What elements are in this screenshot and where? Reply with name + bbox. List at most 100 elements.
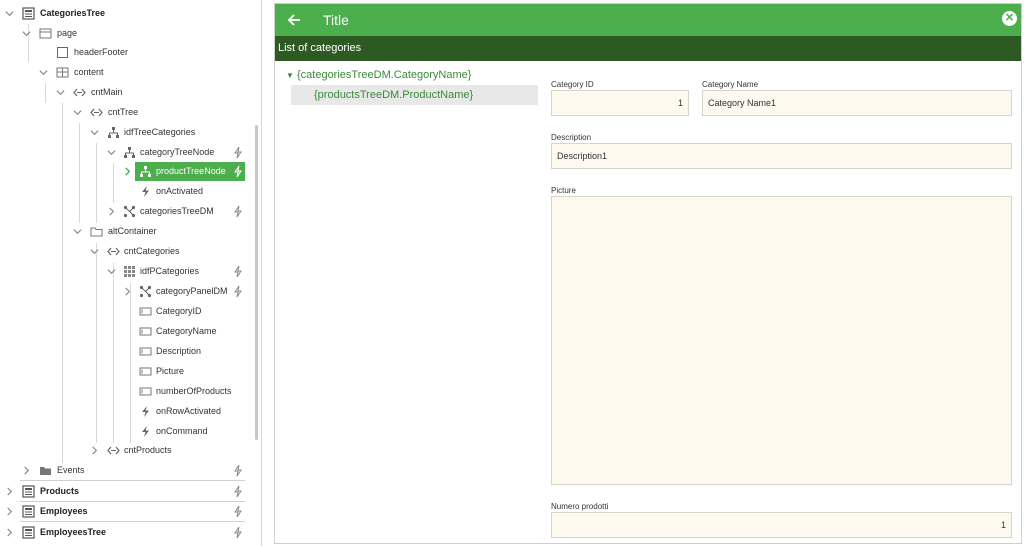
chevron-down-icon[interactable] — [38, 63, 48, 82]
field-icon — [139, 385, 152, 398]
chevron-down-icon[interactable] — [72, 222, 82, 241]
layout-grid-icon — [56, 66, 69, 79]
tree-item-producttreenode[interactable]: productTreeNode — [0, 162, 250, 181]
chevron-right-icon[interactable] — [4, 482, 14, 501]
chevron-down-icon[interactable] — [89, 123, 99, 142]
chevron-down-icon[interactable] — [4, 4, 14, 23]
chevron-down-icon[interactable] — [72, 103, 82, 122]
category-id-label: Category ID — [551, 80, 594, 89]
arrow-left-icon[interactable] — [287, 10, 301, 32]
container-icon — [107, 245, 120, 258]
caret-down-icon[interactable]: ▼ — [286, 71, 294, 80]
tree-item-categorypaneldm[interactable]: categoryPanelDM — [0, 282, 250, 301]
chevron-down-icon[interactable] — [106, 262, 116, 281]
tree-item-onrowactivated[interactable]: onRowActivated — [0, 402, 250, 421]
chevron-right-icon[interactable] — [4, 523, 14, 542]
container-icon — [107, 444, 120, 457]
close-circle-icon[interactable]: ✕ — [1002, 11, 1017, 26]
description-label: Description — [551, 133, 592, 142]
link-icon[interactable] — [232, 146, 244, 159]
tree-item-label: Picture — [156, 366, 185, 376]
tree-item-onactivated[interactable]: onActivated — [0, 182, 250, 201]
tree-item-cnttree[interactable]: cntTree — [0, 103, 250, 122]
link-icon[interactable] — [232, 505, 244, 518]
tree-item-label: productTreeNode — [156, 166, 226, 176]
chevron-right-icon[interactable] — [122, 162, 132, 181]
tree-item-events[interactable]: Events — [0, 461, 250, 480]
tree-item-label: categoriesTreeDM — [140, 206, 214, 216]
link-icon[interactable] — [232, 526, 244, 539]
picture-field[interactable] — [551, 196, 1012, 485]
tree-item-products[interactable]: Products — [0, 482, 250, 501]
tree-item-idftreecategories[interactable]: idfTreeCategories — [0, 123, 250, 142]
link-icon[interactable] — [232, 485, 244, 498]
container-icon — [73, 86, 86, 99]
tree-item-categoriestreedm[interactable]: categoriesTreeDM — [0, 202, 250, 221]
tree-item-label: cntProducts — [124, 445, 172, 455]
project-tree-panel: CategoriesTree page headerFooter content — [0, 0, 262, 546]
bolt-icon — [139, 185, 152, 198]
folder-icon — [39, 464, 52, 477]
tree-item-employeestree[interactable]: EmployeesTree — [0, 523, 250, 542]
tree-item-page[interactable]: page — [0, 24, 250, 43]
tree-item-content[interactable]: content — [0, 63, 250, 82]
field-icon — [139, 365, 152, 378]
chevron-right-icon[interactable] — [106, 202, 116, 221]
link-icon[interactable] — [232, 285, 244, 298]
tree-item-idfpcategories[interactable]: idfPCategories — [0, 262, 250, 281]
tree-icon — [139, 165, 152, 178]
tree-item-label: Employees — [40, 506, 88, 516]
tree-item-field-categoryid[interactable]: CategoryID — [0, 302, 250, 321]
tree-item-categoriestree[interactable]: CategoriesTree — [0, 4, 250, 23]
bolt-icon — [139, 425, 152, 438]
tree-item-label: idfTreeCategories — [124, 127, 196, 137]
numero-prodotti-field[interactable]: 1 — [551, 512, 1012, 538]
category-name-label: Category Name — [702, 80, 759, 89]
tree-item-field-picture[interactable]: Picture — [0, 362, 250, 381]
tree-node-label: {productsTreeDM.ProductName} — [314, 89, 474, 101]
tree-item-label: headerFooter — [74, 47, 129, 57]
list-header: List of categories — [275, 36, 1021, 61]
link-icon[interactable] — [232, 265, 244, 278]
tree-item-headerfooter[interactable]: headerFooter — [0, 43, 250, 62]
tree-item-field-categoryname[interactable]: CategoryName — [0, 322, 250, 341]
folder-outline-icon — [90, 225, 103, 238]
chevron-down-icon[interactable] — [89, 242, 99, 261]
tree-item-label: categoryPanelDM — [156, 286, 228, 296]
numero-prodotti-label: Numero prodotti — [551, 502, 609, 511]
tree-item-oncommand[interactable]: onCommand — [0, 422, 250, 441]
tree-item-cntmain[interactable]: cntMain — [0, 83, 250, 102]
chevron-right-icon[interactable] — [4, 502, 14, 521]
tree-item-label: idfPCategories — [140, 266, 200, 276]
tree-item-categorytreenode[interactable]: categoryTreeNode — [0, 143, 250, 162]
link-icon[interactable] — [232, 205, 244, 218]
chevron-down-icon[interactable] — [106, 143, 116, 162]
link-icon[interactable] — [232, 165, 244, 178]
tree-node-category[interactable]: ▼ {categoriesTreeDM.CategoryName} — [286, 67, 471, 84]
description-field[interactable]: Description1 — [551, 143, 1012, 169]
tree-item-field-description[interactable]: Description — [0, 342, 250, 361]
tree-item-employees[interactable]: Employees — [0, 502, 250, 521]
tree-item-cntcategories[interactable]: cntCategories — [0, 242, 250, 261]
field-icon — [139, 325, 152, 338]
tree-item-label: CategoryID — [156, 306, 202, 316]
chevron-down-icon[interactable] — [55, 83, 65, 102]
chevron-right-icon[interactable] — [122, 282, 132, 301]
page-icon — [22, 526, 35, 539]
tree-node-label: {categoriesTreeDM.CategoryName} — [296, 69, 472, 81]
category-id-field[interactable]: 1 — [551, 90, 689, 116]
panel-grid-icon — [123, 265, 136, 278]
tree-node-product[interactable]: {productsTreeDM.ProductName} — [314, 87, 473, 103]
tree-scrollbar[interactable] — [255, 125, 258, 440]
chevron-down-icon[interactable] — [21, 24, 31, 43]
chevron-right-icon[interactable] — [89, 441, 99, 460]
tree-item-label: cntTree — [108, 107, 139, 117]
tree-item-label: onCommand — [156, 426, 208, 436]
picture-label: Picture — [551, 186, 576, 195]
link-icon[interactable] — [232, 464, 244, 477]
tree-item-field-numberofproducts[interactable]: numberOfProducts — [0, 382, 250, 401]
category-name-field[interactable]: Category Name1 — [702, 90, 1012, 116]
chevron-right-icon[interactable] — [21, 461, 31, 480]
tree-item-cntproducts[interactable]: cntProducts — [0, 441, 250, 460]
tree-item-altcontainer[interactable]: altContainer — [0, 222, 250, 241]
